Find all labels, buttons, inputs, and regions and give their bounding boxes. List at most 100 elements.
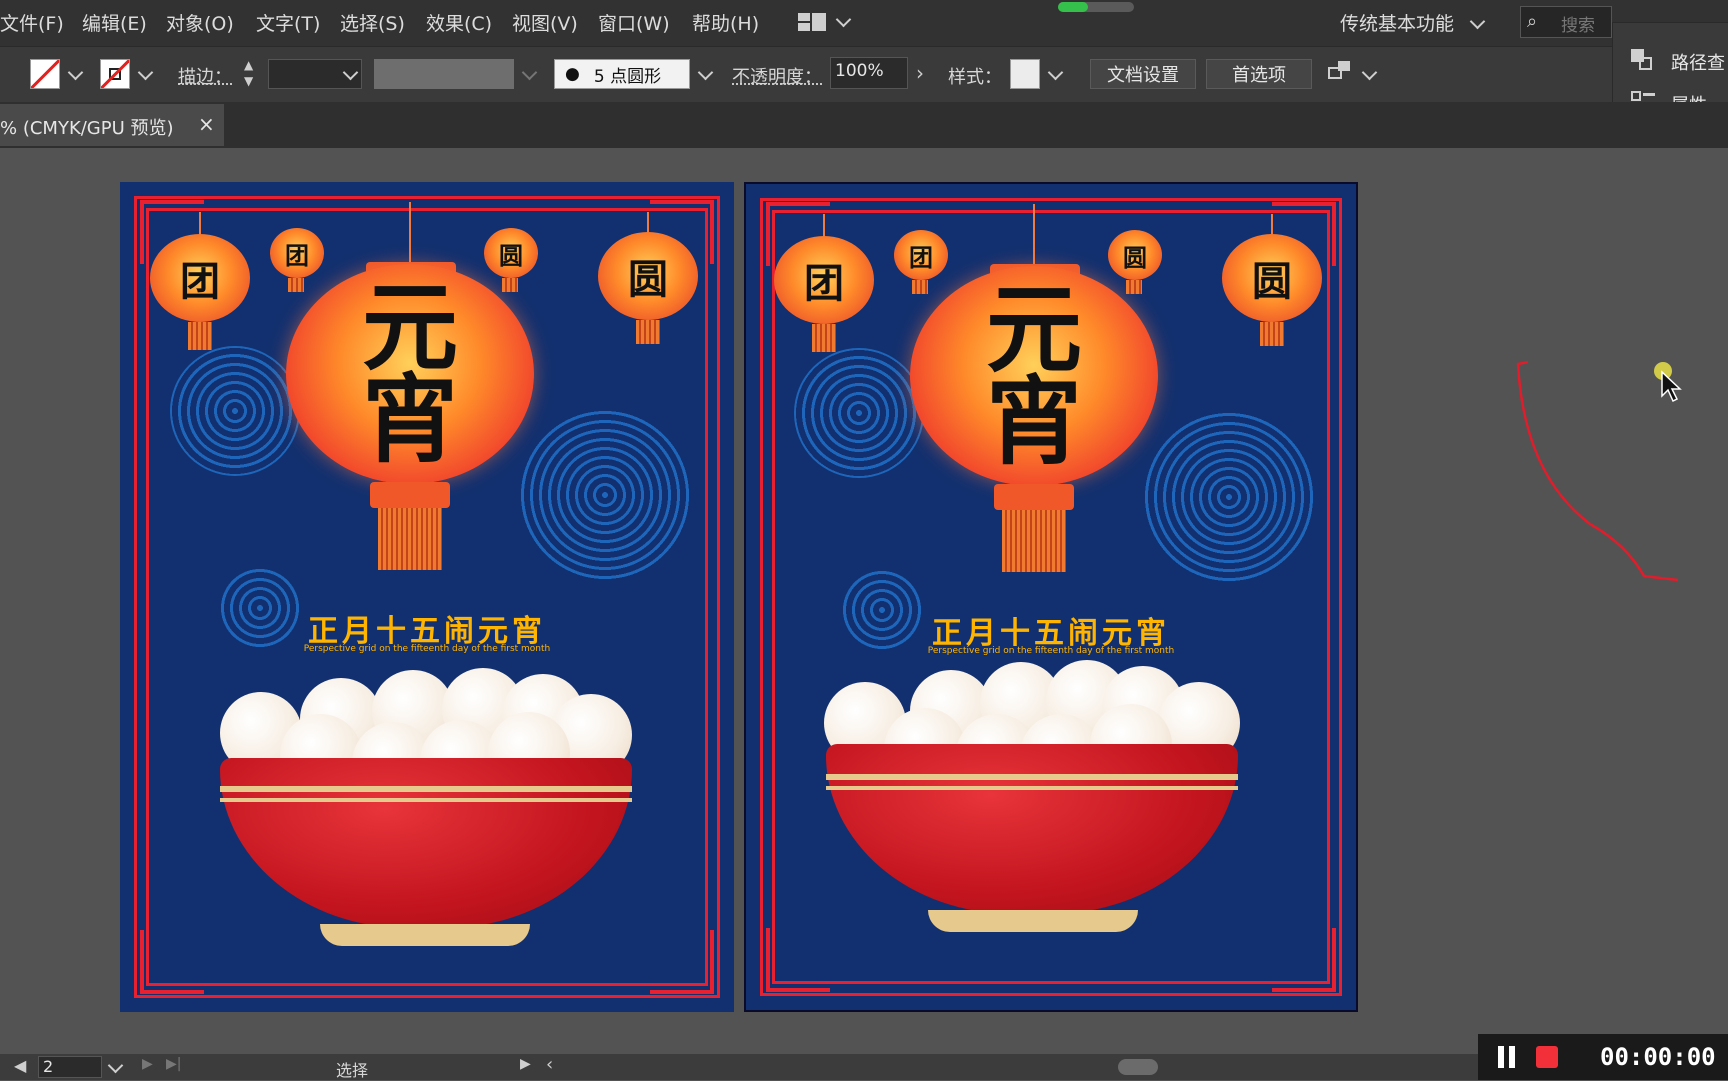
corner-ornament (140, 930, 204, 994)
search-input[interactable]: ⌕ 搜索 (1520, 6, 1612, 38)
small-lantern: 团 (894, 230, 948, 280)
arrange-documents-icon[interactable] (798, 13, 826, 33)
chevron-down-icon[interactable] (1361, 64, 1378, 81)
lantern-char: 元 (986, 273, 1082, 386)
document-tab[interactable]: % (CMYK/GPU 预览) × (0, 104, 224, 146)
lantern-tassel (1002, 510, 1066, 572)
stroke-swatch[interactable] (100, 59, 130, 89)
menu-bar: 文件(F) 编辑(E) 对象(O) 文字(T) 选择(S) 效果(C) 视图(V… (0, 0, 1728, 46)
search-placeholder: 搜索 (1561, 16, 1595, 36)
small-lantern: 圆 (484, 228, 538, 278)
menu-view[interactable]: 视图(V) (512, 9, 578, 36)
horizontal-scrollbar-thumb[interactable] (1118, 1059, 1158, 1075)
pointer-cursor-icon (1661, 370, 1682, 403)
status-menu-icon[interactable]: ▶ (520, 1056, 531, 1072)
small-lantern: 圆 (1222, 234, 1322, 322)
menu-window[interactable]: 窗口(W) (598, 9, 670, 36)
artboard-2[interactable]: 元 宵 团 团 圆 圆 正月十五闹元宵 Perspective grid on … (744, 182, 1358, 1012)
chevron-down-icon (521, 64, 538, 81)
lantern-tassel (636, 320, 660, 344)
bowl-band (220, 786, 632, 792)
progress-indicator (1058, 2, 1134, 12)
brush-definition[interactable]: ● 5 点圆形 (554, 59, 690, 89)
stop-icon[interactable] (1536, 1046, 1558, 1068)
bowl-foot (928, 910, 1138, 932)
chevron-down-icon[interactable] (137, 64, 154, 81)
firework-decoration (170, 346, 300, 476)
artboard-1[interactable]: 元 宵 团 团 圆 圆 正月十五闹元宵 Perspective grid on … (120, 182, 734, 1012)
chevron-down-icon[interactable] (835, 11, 852, 28)
fill-swatch[interactable] (30, 59, 60, 89)
firework-decoration (794, 348, 924, 478)
menu-type[interactable]: 文字(T) (256, 9, 320, 36)
menu-help[interactable]: 帮助(H) (692, 9, 759, 36)
workspace-switcher[interactable]: 传统基本功能 (1340, 9, 1454, 36)
document-tab-title: % (CMYK/GPU 预览) (0, 118, 174, 139)
scroll-left-icon[interactable]: ‹ (546, 1054, 553, 1075)
arrange-icon[interactable] (1328, 61, 1352, 85)
opacity-field[interactable]: 100% (830, 57, 908, 89)
opacity-label: 不透明度： (732, 67, 822, 88)
big-lantern: 元 宵 (910, 266, 1158, 486)
chevron-right-icon[interactable]: › (916, 61, 924, 85)
pathfinder-icon[interactable] (1631, 49, 1653, 71)
small-lantern: 团 (150, 234, 250, 322)
recorder-overlay: 00:00:00 (1478, 1034, 1728, 1080)
lantern-string (409, 202, 411, 264)
small-lantern: 团 (774, 236, 874, 324)
lantern-char: 宵 (362, 363, 458, 476)
lantern-bottom (370, 482, 450, 508)
small-lantern: 团 (270, 228, 324, 278)
menu-effect[interactable]: 效果(C) (426, 9, 492, 36)
next-artboard-icon[interactable]: ▶ (142, 1056, 153, 1072)
chevron-down-icon[interactable] (1469, 13, 1486, 30)
last-artboard-icon[interactable]: ▶| (166, 1056, 181, 1072)
poster-subline: Perspective grid on the fifteenth day of… (927, 646, 1175, 656)
chevron-down-icon[interactable] (1047, 64, 1064, 81)
pause-icon[interactable] (1498, 1046, 1516, 1068)
lantern-char: 宵 (986, 365, 1082, 478)
bowl-foot (320, 924, 530, 946)
menu-object[interactable]: 对象(O) (166, 9, 234, 36)
brush-dot-icon: ● (565, 64, 580, 84)
chevron-down-icon[interactable] (107, 1057, 124, 1074)
control-bar: 描边： ▲ ▼ ● 5 点圆形 不透明度： 100% › 样式： 文档设置 首选项 (0, 46, 1728, 103)
menu-select[interactable]: 选择(S) (340, 9, 405, 36)
bowl-band (826, 786, 1238, 790)
poster-subline: Perspective grid on the fifteenth day of… (303, 644, 551, 654)
lantern-string (1033, 204, 1035, 266)
corner-ornament (650, 930, 714, 994)
variable-width-profile[interactable] (374, 59, 514, 89)
status-bar: ◀ 2 ▶ ▶| 选择 ▶ ‹ (0, 1054, 1728, 1080)
chevron-down-icon[interactable] (67, 64, 84, 81)
firework-decoration (1144, 412, 1314, 582)
pathfinder-panel-tab[interactable]: 路径查 (1671, 49, 1725, 75)
lantern-char: 元 (362, 271, 458, 384)
lantern-string (647, 212, 649, 234)
chevron-left-icon[interactable]: ◀ (14, 1056, 26, 1075)
artboard-number-field[interactable]: 2 (38, 1056, 102, 1078)
corner-ornament (766, 928, 830, 992)
document-setup-button[interactable]: 文档设置 (1090, 59, 1196, 89)
stroke-stepper-icon[interactable]: ▲ ▼ (244, 57, 260, 91)
small-lantern: 圆 (598, 232, 698, 320)
bowl-band (826, 774, 1238, 780)
menu-edit[interactable]: 编辑(E) (82, 9, 147, 36)
graphic-style-swatch[interactable] (1010, 59, 1040, 89)
brush-name: 5 点圆形 (593, 66, 662, 87)
lantern-tassel (378, 508, 442, 570)
recording-timer: 00:00:00 (1600, 1043, 1716, 1071)
stroke-weight-field[interactable] (268, 59, 362, 89)
lantern-tassel (1126, 280, 1142, 294)
big-lantern: 元 宵 (286, 264, 534, 484)
stroke-label: 描边： (178, 67, 232, 88)
preferences-button[interactable]: 首选项 (1206, 59, 1312, 89)
status-tool-name: 选择 (336, 1061, 369, 1080)
lantern-bottom (994, 484, 1074, 510)
search-icon: ⌕ (1527, 11, 1538, 32)
lantern-tassel (502, 278, 518, 292)
lantern-tassel (1260, 322, 1284, 346)
chevron-down-icon[interactable] (697, 64, 714, 81)
menu-file[interactable]: 文件(F) (0, 9, 64, 36)
close-tab-icon[interactable]: × (198, 112, 215, 136)
